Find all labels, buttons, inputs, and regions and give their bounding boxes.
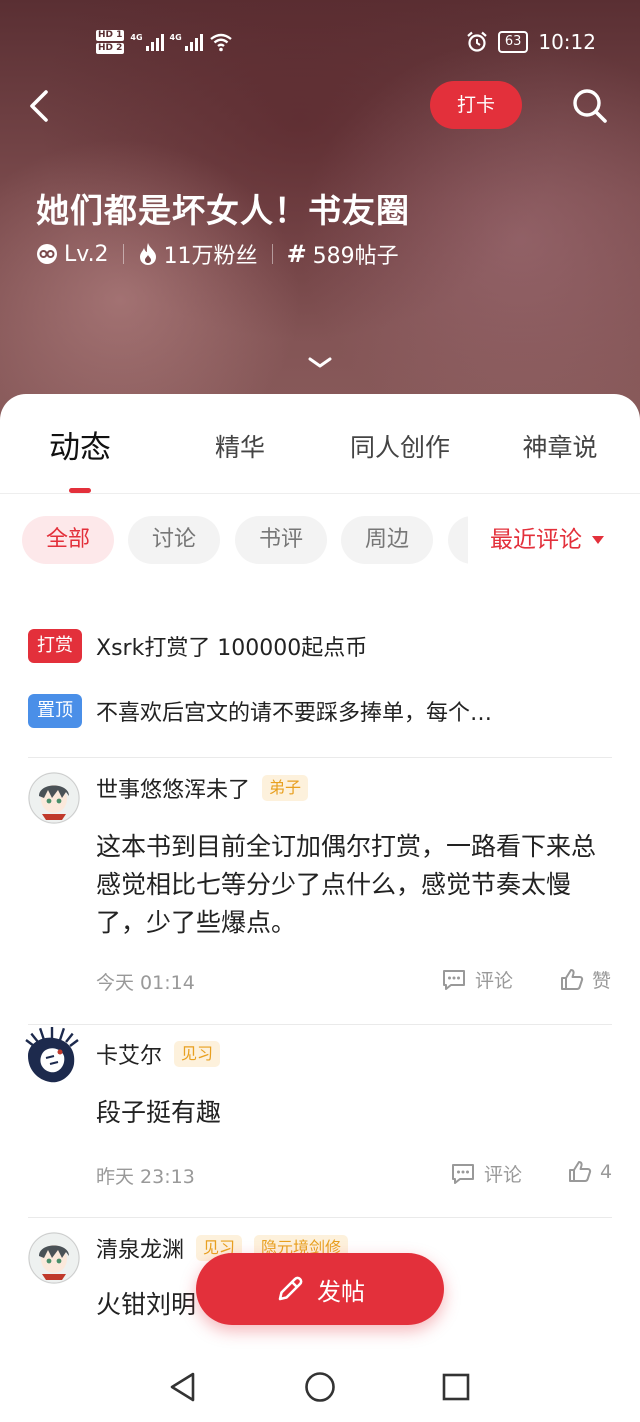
filter-chip-merch[interactable]: 周边 bbox=[341, 516, 433, 564]
post-time: 昨天 23:13 bbox=[96, 1166, 195, 1188]
status-right: 63 10:12 bbox=[466, 22, 596, 62]
hd1-label: HD 1 bbox=[96, 30, 125, 41]
sort-dropdown[interactable]: 最近评论 bbox=[490, 516, 604, 564]
active-tab-indicator bbox=[69, 488, 91, 493]
new-post-label: 发帖 bbox=[317, 1277, 365, 1306]
pinned-notice-text: 不喜欢后宫文的请不要踩多捧单，每个… bbox=[96, 701, 493, 726]
posts-stat: # 589帖子 bbox=[287, 238, 399, 270]
network-type-label: 4G bbox=[130, 33, 143, 42]
comment-icon bbox=[452, 1163, 474, 1184]
comment-button[interactable]: 评论 bbox=[441, 966, 513, 993]
tab-chapter-talk[interactable]: 神章说 bbox=[505, 428, 615, 472]
like-button[interactable]: 4 bbox=[568, 1160, 612, 1184]
stat-separator bbox=[271, 244, 273, 264]
fans-count: 11万粉丝 bbox=[163, 244, 258, 269]
search-button[interactable] bbox=[570, 86, 610, 126]
fans-stat: 11万粉丝 bbox=[138, 238, 258, 270]
signal-indicators: HD 1 HD 2 4G 4G bbox=[96, 22, 233, 62]
system-nav-bar bbox=[0, 1352, 640, 1422]
like-count: 4 bbox=[600, 1161, 613, 1183]
post-divider bbox=[28, 1217, 612, 1218]
comment-label: 评论 bbox=[484, 1164, 523, 1186]
reward-badge: 打赏 bbox=[28, 629, 82, 663]
level-value: Lv.2 bbox=[64, 241, 109, 267]
user-avatar-icon bbox=[28, 1232, 80, 1284]
comment-icon bbox=[443, 969, 465, 990]
author-row: 世事悠悠浑未了 弟子 bbox=[96, 772, 309, 804]
signal-icon: 4G bbox=[130, 33, 164, 51]
hash-icon: # bbox=[286, 240, 307, 268]
hd-indicator: HD 1 HD 2 bbox=[96, 30, 125, 54]
reward-notice[interactable]: 打赏 Xsrk打赏了 100000起点币 bbox=[28, 628, 367, 664]
avatar[interactable] bbox=[20, 1026, 84, 1090]
post-time: 今天 01:14 bbox=[96, 972, 195, 994]
avatar[interactable] bbox=[28, 772, 80, 824]
wifi-icon bbox=[209, 33, 232, 52]
chevron-down-icon bbox=[308, 357, 332, 368]
signal-icon: 4G bbox=[170, 33, 203, 51]
user-avatar-icon bbox=[28, 772, 80, 824]
avatar[interactable] bbox=[28, 1232, 80, 1284]
author-name[interactable]: 清泉龙渊 bbox=[96, 1232, 184, 1264]
user-rank-tag: 见习 bbox=[174, 1041, 221, 1067]
filter-chip-review[interactable]: 书评 bbox=[235, 516, 327, 564]
author-name[interactable]: 世事悠悠浑未了 bbox=[96, 772, 250, 804]
post-item[interactable]: 世事悠悠浑未了 弟子 这本书到目前全订加偶尔打赏，一路看下来总感觉相比七等分少了… bbox=[0, 768, 640, 1026]
triangle-back-icon bbox=[170, 1372, 195, 1402]
search-icon bbox=[573, 89, 607, 123]
pinned-badge: 置顶 bbox=[28, 694, 82, 728]
tab-fan-creations[interactable]: 同人创作 bbox=[330, 428, 470, 472]
clock: 10:12 bbox=[538, 30, 596, 54]
level-icon bbox=[37, 244, 57, 264]
thumbs-up-icon bbox=[569, 1161, 592, 1182]
post-divider bbox=[28, 1024, 612, 1025]
alarm-icon bbox=[467, 31, 487, 52]
circle-home-icon bbox=[305, 1372, 335, 1402]
filter-bar: 全部 讨论 书评 周边 最近评论 bbox=[0, 514, 640, 566]
circle-header: HD 1 HD 2 4G 4G 63 10:12 打卡 她们都是坏女人！书友圈 … bbox=[0, 0, 640, 440]
user-rank-tag: 弟子 bbox=[262, 775, 309, 801]
like-button[interactable]: 赞 bbox=[560, 966, 611, 993]
author-row: 卡艾尔 见习 bbox=[96, 1038, 221, 1070]
post-body: 段子挺有趣 bbox=[96, 1098, 222, 1127]
circle-stats: Lv.2 11万粉丝 # 589帖子 bbox=[36, 236, 399, 272]
flame-icon bbox=[139, 243, 156, 265]
expand-header-button[interactable] bbox=[306, 354, 334, 372]
like-label: 赞 bbox=[592, 970, 612, 992]
reward-notice-text: Xsrk打赏了 100000起点币 bbox=[96, 636, 368, 661]
hd2-label: HD 2 bbox=[96, 43, 125, 54]
comment-button[interactable]: 评论 bbox=[450, 1160, 522, 1187]
post-body: 这本书到目前全订加偶尔打赏，一路看下来总感觉相比七等分少了点什么，感觉节奏太慢了… bbox=[96, 832, 597, 937]
circle-title: 她们都是坏女人！书友圈 bbox=[36, 191, 410, 230]
tab-bar: 动态 精华 同人创作 神章说 bbox=[0, 394, 640, 494]
level-stat: Lv.2 bbox=[36, 242, 109, 267]
back-arrow-icon bbox=[30, 90, 48, 122]
thumbs-up-icon bbox=[561, 968, 584, 990]
status-bar: HD 1 HD 2 4G 4G 63 10:12 bbox=[0, 22, 640, 62]
battery-indicator: 63 bbox=[497, 31, 529, 53]
section-divider bbox=[28, 757, 612, 758]
pencil-icon bbox=[278, 1276, 303, 1301]
pinned-notice[interactable]: 置顶 不喜欢后宫文的请不要踩多捧单，每个… bbox=[28, 693, 492, 729]
new-post-button[interactable]: 发帖 bbox=[196, 1253, 444, 1325]
filter-chip-discussion[interactable]: 讨论 bbox=[128, 516, 220, 564]
tab-featured[interactable]: 精华 bbox=[190, 428, 290, 472]
post-item[interactable]: 卡艾尔 见习 段子挺有趣 昨天 23:13 评论 4 bbox=[0, 1027, 640, 1214]
nav-recents-button[interactable] bbox=[439, 1370, 473, 1404]
filter-chip-all[interactable]: 全部 bbox=[22, 516, 114, 564]
sort-label: 最近评论 bbox=[490, 527, 582, 553]
network-type-label: 4G bbox=[169, 33, 182, 42]
dropdown-triangle-icon bbox=[592, 536, 604, 544]
checkin-button[interactable]: 打卡 bbox=[430, 81, 522, 129]
user-avatar-icon bbox=[21, 1027, 83, 1089]
stat-separator bbox=[122, 244, 124, 264]
nav-back-button[interactable] bbox=[166, 1370, 200, 1404]
nav-home-button[interactable] bbox=[303, 1370, 337, 1404]
posts-count: 589帖子 bbox=[312, 244, 399, 269]
back-button[interactable] bbox=[24, 86, 60, 126]
author-name[interactable]: 卡艾尔 bbox=[96, 1038, 162, 1070]
comment-label: 评论 bbox=[475, 970, 514, 992]
tab-dynamics[interactable]: 动态 bbox=[30, 422, 130, 466]
square-recents-icon bbox=[442, 1373, 470, 1401]
